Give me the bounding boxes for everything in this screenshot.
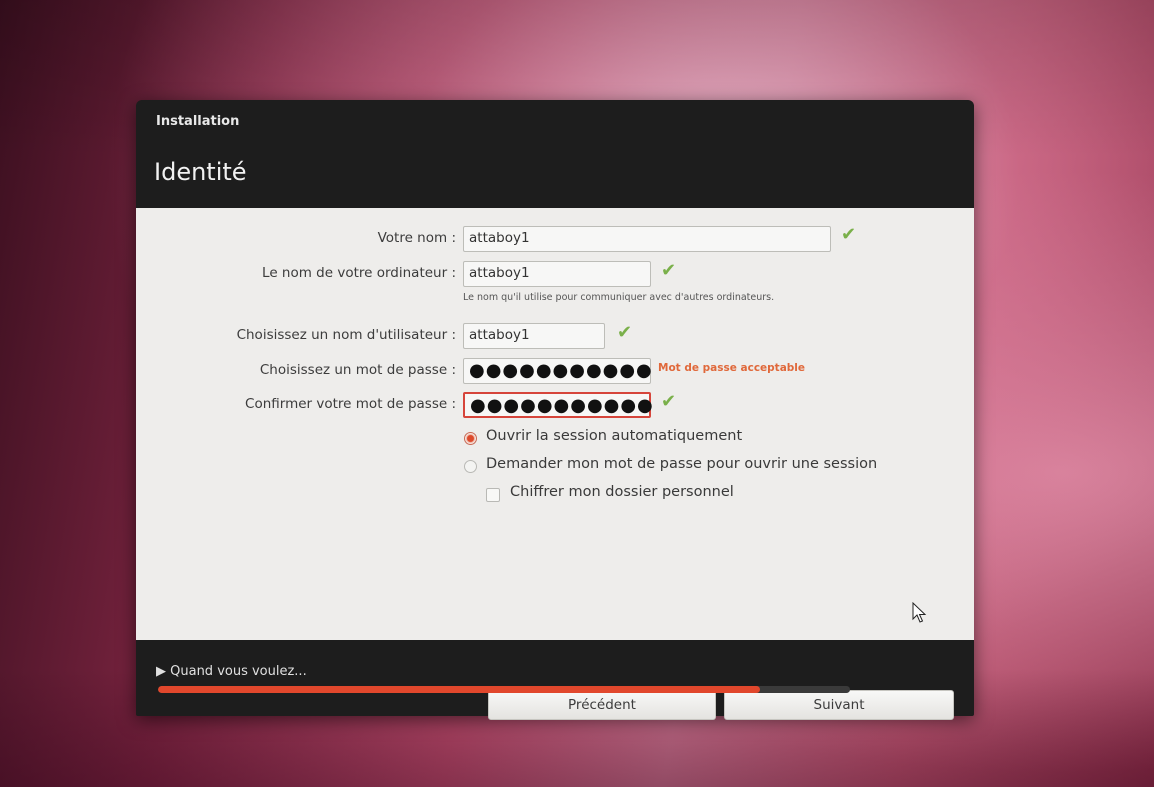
- computer-name-hint: Le nom qu'il utilise pour communiquer av…: [463, 292, 775, 303]
- name-input[interactable]: attaboy1: [463, 226, 831, 252]
- username-input[interactable]: attaboy1: [463, 323, 605, 349]
- next-button[interactable]: Suivant: [724, 690, 954, 720]
- name-valid-check-icon: ✔: [841, 224, 857, 245]
- password-label: Choisissez un mot de passe :: [259, 362, 456, 378]
- identity-form: Votre nom : attaboy1 ✔ Le nom de votre o…: [136, 208, 974, 720]
- password-strength: Mot de passe acceptable: [658, 362, 806, 374]
- slideshow-toggle[interactable]: ▶ Quand vous voulez...: [156, 664, 307, 679]
- computer-name-input[interactable]: attaboy1: [463, 261, 651, 287]
- password-input[interactable]: ●●●●●●●●●●●: [463, 358, 652, 384]
- install-progress-fill: [158, 686, 761, 693]
- require-password-radio[interactable]: [464, 460, 477, 473]
- encrypt-home-label[interactable]: Chiffrer mon dossier personnel: [510, 484, 734, 500]
- page-title: Identité: [154, 158, 247, 186]
- confirm-password-input[interactable]: ●●●●●●●●●●●: [463, 392, 653, 418]
- confirm-password-label: Confirmer votre mot de passe :: [245, 396, 456, 412]
- username-label: Choisissez un nom d'utilisateur :: [236, 327, 456, 343]
- confirm-password-valid-check-icon: ✔: [661, 391, 677, 412]
- mouse-pointer-icon: [912, 602, 927, 623]
- installer-window: Installation Identité Votre nom : attabo…: [136, 100, 974, 720]
- name-label: Votre nom :: [377, 230, 456, 246]
- computer-name-valid-check-icon: ✔: [661, 260, 677, 281]
- auto-login-label[interactable]: Ouvrir la session automatiquement: [486, 428, 742, 444]
- computer-name-label: Le nom de votre ordinateur :: [262, 265, 456, 281]
- auto-login-radio[interactable]: [464, 432, 477, 445]
- install-progress-bar: [158, 686, 850, 693]
- window-title: Installation: [156, 114, 240, 129]
- encrypt-home-checkbox[interactable]: [486, 488, 500, 502]
- back-button[interactable]: Précédent: [488, 690, 716, 720]
- desktop-background: Installation Identité Votre nom : attabo…: [0, 0, 1154, 787]
- username-valid-check-icon: ✔: [617, 322, 633, 343]
- require-password-label[interactable]: Demander mon mot de passe pour ouvrir un…: [486, 456, 877, 472]
